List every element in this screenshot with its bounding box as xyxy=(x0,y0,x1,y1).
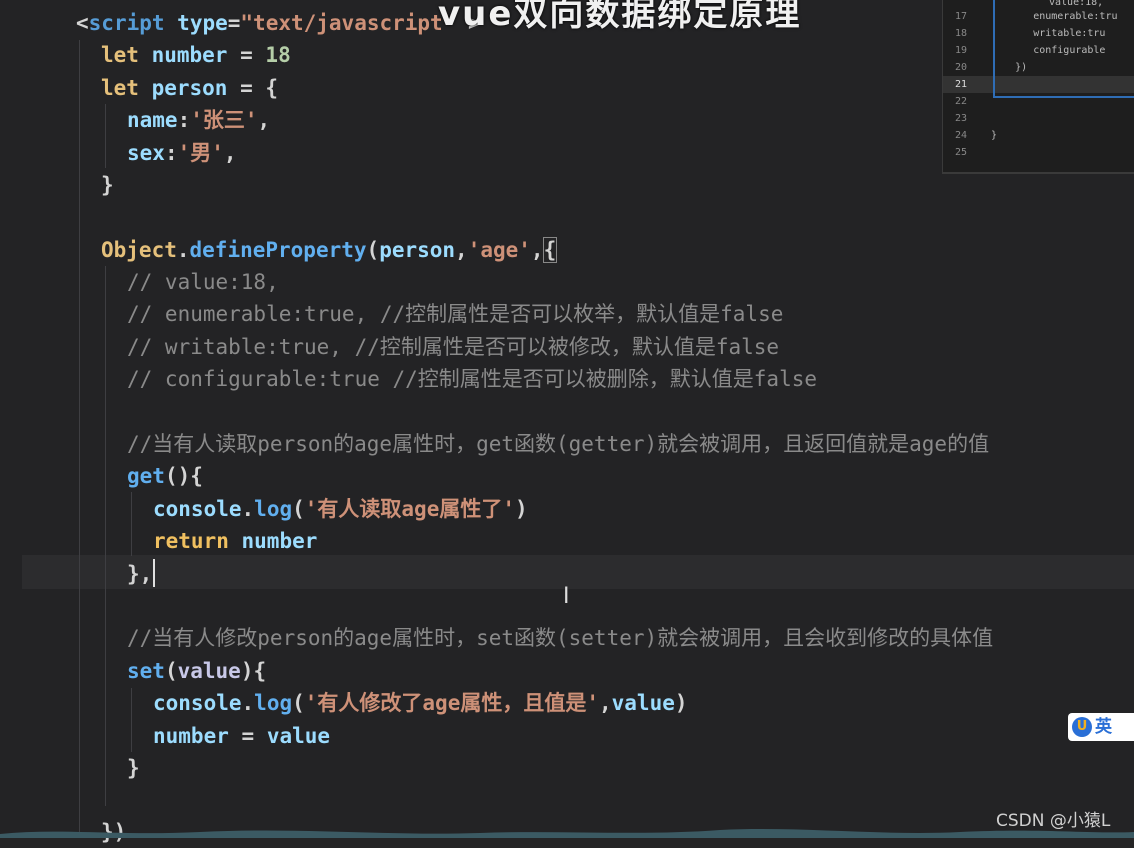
video-title: vue双向数据绑定原理 xyxy=(438,0,802,34)
code-line-let-person: let person = { xyxy=(101,76,279,100)
code-line-let-number: let number = 18 xyxy=(101,43,291,67)
minimap-line: 24 } xyxy=(954,130,998,141)
comment-setter: //当有人修改person的age属性时，set函数(setter)就会被调用，… xyxy=(127,626,994,650)
code-line-return: return number xyxy=(153,529,318,553)
code-line-set: set(value){ xyxy=(127,659,267,683)
comment-configurable: // configurable:true //控制属性是否可以被删除，默认值是f… xyxy=(127,367,818,391)
minimap-line: 23 xyxy=(954,113,967,124)
comment-enumerable: // enumerable:true, //控制属性是否可以枚举，默认值是fal… xyxy=(127,302,784,326)
code-line-set-log: console.log('有人修改了age属性，且值是',value) xyxy=(153,691,688,715)
code-line-script-open: <script type="text/javascript" > xyxy=(76,11,481,35)
code-line-get: get(){ xyxy=(127,464,203,488)
minimap-line: 25 xyxy=(954,147,967,158)
comment-getter: //当有人读取person的age属性时，get函数(getter)就会被调用，… xyxy=(127,432,990,456)
code-line-set-close: } xyxy=(127,756,140,780)
ime-indicator[interactable]: U英 xyxy=(1068,713,1134,741)
ibeam-cursor-icon: I xyxy=(563,584,570,609)
indent-guide xyxy=(79,40,80,838)
comment-value: // value:18, xyxy=(127,270,279,294)
ime-label: 英 xyxy=(1095,717,1112,737)
bottom-wave-decoration xyxy=(0,829,1134,838)
indent-guide xyxy=(105,266,106,806)
current-line-highlight xyxy=(22,555,1134,589)
indent-guide xyxy=(131,492,132,556)
code-line-sex: sex:'男', xyxy=(127,141,237,165)
code-line-define-property: Object.defineProperty(person,'age',{ xyxy=(101,237,558,263)
code-line-name: name:'张三', xyxy=(127,108,271,132)
ime-logo-icon: U xyxy=(1072,717,1092,737)
indent-guide xyxy=(131,688,132,752)
comment-writable: // writable:true, //控制属性是否可以被修改，默认值是fals… xyxy=(127,335,780,359)
code-line-get-log: console.log('有人读取age属性了') xyxy=(153,497,528,521)
text-caret xyxy=(153,559,155,587)
indent-guide xyxy=(105,104,106,168)
code-line-get-close: }, xyxy=(127,562,153,586)
code-line-close-brace: } xyxy=(101,173,114,197)
minimap-selection-frame xyxy=(993,0,1134,98)
code-line-assign: number = value xyxy=(153,724,331,748)
